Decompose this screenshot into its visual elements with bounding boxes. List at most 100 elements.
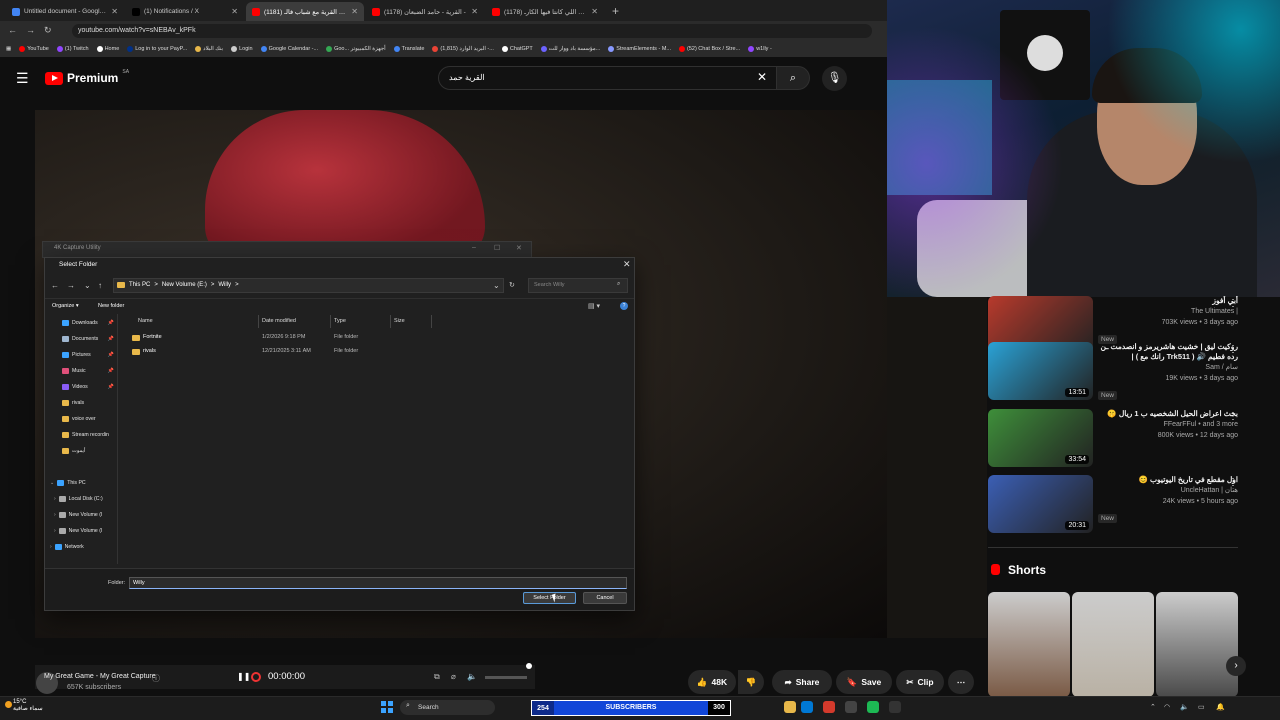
more-options-icon[interactable]: ⋮	[1228, 344, 1238, 355]
quick-access-item[interactable]: Pictures 📌	[62, 352, 114, 358]
quick-access-item[interactable]: Music 📌	[62, 368, 114, 374]
bookmark-item[interactable]: (1) Twitch	[56, 46, 89, 52]
column-divider[interactable]	[330, 315, 331, 328]
taskbar-app-icon[interactable]	[823, 701, 835, 713]
tree-item[interactable]: › New Volume (I	[54, 512, 120, 518]
slider-knob[interactable]	[526, 663, 532, 669]
tree-item[interactable]: › New Volume (I	[54, 528, 120, 534]
youtube-premium-logo[interactable]: Premium SA	[45, 69, 129, 85]
quick-access-item[interactable]: أيموت	[62, 448, 114, 454]
close-icon[interactable]: ✕	[623, 259, 631, 270]
file-row[interactable]: Fortnite 1/2/2026 9:18 PM File folder	[131, 332, 431, 344]
channel-name[interactable]: Sam / سام	[1098, 362, 1238, 373]
network-icon[interactable]: ◠	[1164, 703, 1170, 711]
browser-tab[interactable]: (1178) القرية - حامد الضبعان - ✕	[366, 2, 484, 21]
bookmark-item[interactable]: Translate	[393, 46, 424, 52]
bookmark-item[interactable]: YouTube	[19, 46, 49, 52]
short-thumbnail[interactable]	[1156, 592, 1238, 697]
quick-access-item[interactable]: Stream recordin	[62, 432, 114, 438]
video-thumbnail[interactable]: 13:51	[988, 342, 1093, 400]
browser-tab[interactable]: (1181) تحدي القرية مع شباب فالـ ✕	[246, 2, 364, 21]
clip-button[interactable]: ✂ Clip	[896, 670, 944, 694]
notification-icon[interactable]: 🔔	[1216, 703, 1225, 711]
taskbar-search[interactable]: Search	[400, 700, 495, 715]
column-date-modified[interactable]: Date modified	[262, 318, 296, 324]
quick-access-item[interactable]: Videos 📌	[62, 384, 114, 390]
chevron-right-icon[interactable]: ›	[54, 528, 56, 534]
weather-widget[interactable]: 15°C سماء صافية	[13, 699, 43, 713]
breadcrumb[interactable]: This PC > New Volume (E:) > Willy >	[129, 282, 239, 288]
column-type[interactable]: Type	[334, 318, 346, 324]
volume-slider[interactable]	[485, 676, 527, 679]
short-thumbnail[interactable]	[988, 592, 1070, 697]
quick-access-item[interactable]: voice over	[62, 416, 114, 422]
chevron-down-icon[interactable]: ⌄	[84, 281, 91, 290]
recommended-video[interactable]: 13:51 روكيت ليق | خشيت هاشريرمز و انصدمت …	[988, 342, 1278, 402]
cancel-button[interactable]: Cancel	[583, 592, 627, 604]
video-title[interactable]: اول مقطع في تاريخ اليوتيوب 😊	[1098, 475, 1238, 485]
record-button[interactable]	[251, 672, 261, 682]
tree-item[interactable]: › Local Disk (C:)	[54, 496, 120, 502]
tree-item[interactable]: ⌄ This PC	[50, 480, 116, 486]
bookmark-item[interactable]: Goo... أجهزة الكمبيوتر	[326, 46, 386, 52]
more-options-icon[interactable]: ⋮	[1228, 298, 1238, 309]
taskbar-app-icon[interactable]	[801, 701, 813, 713]
dislike-button[interactable]: 👎	[738, 670, 764, 694]
browser-tab[interactable]: (1) Notifications / X ✕	[126, 2, 244, 21]
pause-icon[interactable]: ❚❚	[237, 672, 250, 681]
bookmark-item[interactable]: Log in to your PayP...	[127, 46, 187, 52]
taskbar-app-icon[interactable]	[784, 701, 796, 713]
browser-tab[interactable]: (1178) الليلة اللي كانتا فيها الكارـ ✕	[486, 2, 604, 21]
close-tab-icon[interactable]: ✕	[351, 7, 358, 16]
recommended-video[interactable]: 20:31 اول مقطع في تاريخ اليوتيوب 😊 UncleHa…	[988, 475, 1278, 535]
video-title[interactable]: بحث اعراض الحيل الشخصيه ب 1 ريال 🤫	[1098, 409, 1238, 419]
breadcrumb-item[interactable]: Willy	[218, 282, 231, 288]
help-icon[interactable]: ?	[620, 302, 628, 310]
close-tab-icon[interactable]: ✕	[111, 7, 118, 16]
chevron-down-icon[interactable]: ⌄	[493, 281, 500, 290]
mute-mic-icon[interactable]: ⌀	[451, 672, 456, 681]
organize-menu[interactable]: Organize ▾	[52, 303, 79, 309]
minimize-icon[interactable]: –	[472, 244, 476, 251]
taskbar-app-icon[interactable]	[845, 701, 857, 713]
bookmark-item[interactable]: w1lly -	[748, 46, 772, 52]
video-title[interactable]: روكيت ليق | خشيت هاشريرمز و انصدمت ـن رد…	[1098, 342, 1238, 362]
column-divider[interactable]	[431, 315, 432, 328]
quick-access-item[interactable]: Downloads 📌	[62, 320, 114, 326]
quick-access-item[interactable]: rivals	[62, 400, 114, 406]
apps-grid-icon[interactable]: ▦	[6, 46, 11, 52]
select-folder-button[interactable]: Select Folder	[523, 592, 576, 604]
maximize-icon[interactable]: ☐	[494, 244, 500, 252]
column-name[interactable]: Name	[138, 318, 153, 324]
forward-icon[interactable]: →	[26, 25, 35, 35]
breadcrumb-item[interactable]: New Volume (E:)	[162, 282, 207, 288]
windows-start-icon[interactable]	[381, 701, 393, 713]
short-thumbnail[interactable]	[1072, 592, 1154, 697]
back-icon[interactable]: ←	[8, 25, 17, 35]
more-options-icon[interactable]: ⋮	[1228, 477, 1238, 488]
column-divider[interactable]	[258, 315, 259, 328]
bookmark-item[interactable]: (52) Chat Box / Stre...	[679, 46, 740, 52]
column-size[interactable]: Size	[394, 318, 405, 324]
close-icon[interactable]: ✕	[757, 70, 767, 84]
bookmark-item[interactable]: (1,815) البريد الوارد -...	[432, 46, 494, 52]
close-tab-icon[interactable]: ✕	[591, 7, 598, 16]
chevron-right-icon[interactable]: ⌄	[50, 480, 54, 486]
share-button[interactable]: ➦ Share	[772, 670, 832, 694]
screenshot-icon[interactable]: ⧉	[434, 672, 440, 682]
close-tab-icon[interactable]: ✕	[471, 7, 478, 16]
view-options-icon[interactable]: ▤ ▾	[588, 302, 600, 310]
taskbar-app-icon[interactable]	[867, 701, 879, 713]
breadcrumb-item[interactable]: This PC	[129, 282, 150, 288]
new-folder-button[interactable]: New folder	[98, 303, 124, 309]
close-tab-icon[interactable]: ✕	[231, 7, 238, 16]
chevron-right-icon[interactable]: ›	[54, 512, 56, 518]
chevron-right-icon[interactable]: ›	[50, 544, 52, 550]
bookmark-item[interactable]: StreamElements - M...	[608, 46, 671, 52]
menu-icon[interactable]: ☰	[16, 70, 29, 87]
info-icon[interactable]: ⓘ	[152, 673, 160, 684]
recommended-video[interactable]: 33:54 بحث اعراض الحيل الشخصيه ب 1 ريال 🤫 F…	[988, 409, 1278, 469]
forward-icon[interactable]: →	[67, 281, 75, 290]
tray-chevron-icon[interactable]: ⌃	[1150, 703, 1156, 711]
more-actions-button[interactable]: ⋯	[948, 670, 974, 694]
